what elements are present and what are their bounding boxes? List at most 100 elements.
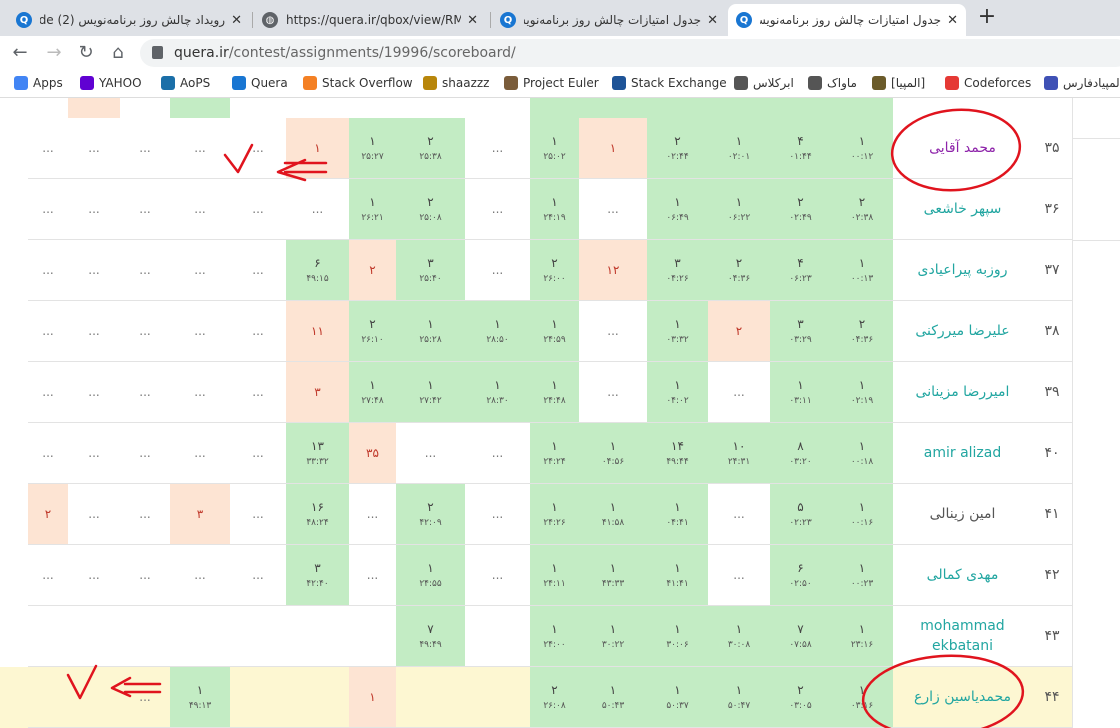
bookmark-project-euler[interactable]: Project Euler (504, 76, 599, 90)
solve-time: ۰۳:۰۵ (789, 701, 812, 711)
score-cell-empty: ... (708, 484, 770, 544)
bookmark-olympia[interactable]: [المپیا] (872, 76, 925, 90)
rank-number: ۳۹ (1044, 384, 1060, 400)
attempt-count: ... (733, 568, 745, 582)
solve-time: ۰۳:۱۱ (789, 396, 812, 406)
score-cell-empty (286, 667, 349, 727)
attempt-count: ... (607, 385, 619, 399)
score-cell-empty: ... (579, 301, 647, 361)
score-cell-solved: ۱ ۲۳:۱۶ (831, 606, 893, 666)
solve-time: ۰۲:۰۱ (727, 152, 751, 162)
solve-time: ۰۴:۵۶ (601, 457, 625, 467)
contestant-name[interactable]: امیررضا مزینانی (893, 362, 1032, 422)
score-cell-solved: ۲ ۴۲:۰۹ (396, 484, 465, 544)
attempt-count: ... (88, 263, 100, 277)
bookmark-stackoverflow[interactable]: Stack Overflow (303, 76, 413, 90)
new-tab-button[interactable]: + (973, 6, 1001, 30)
attempt-count: ۳ (797, 317, 804, 331)
back-arrow-icon[interactable]: ← (8, 41, 32, 65)
contestant-name[interactable]: سپهر خاشعی (893, 179, 1032, 239)
score-cell-solved: ۲ ۰۴:۳۶ (708, 240, 770, 300)
bookmark-stackexchange[interactable]: Stack Exchange (612, 76, 727, 90)
score-cell-empty: ... (120, 484, 170, 544)
solve-time: ۰۰:۱۳ (850, 274, 874, 284)
solve-time: ۰۴:۳۶ (850, 335, 874, 345)
attempt-count: ۱ (674, 317, 681, 331)
attempt-count: ۱ (609, 561, 617, 575)
contestant-name[interactable]: amir alizad (893, 423, 1032, 483)
score-cell-empty: ... (465, 423, 530, 483)
tab-3[interactable]: Q جدول امتیازات چالش روز برنامه‌نویس (2)… (492, 4, 726, 36)
score-cell-empty (396, 667, 465, 727)
attempt-count: ... (88, 385, 100, 399)
attempt-count: ... (607, 202, 619, 216)
score-cell-empty: ... (120, 301, 170, 361)
close-icon[interactable]: ✕ (947, 13, 958, 28)
tab-2[interactable]: ◍ https://quera.ir/qbox/view/RMgJ ✕ (254, 4, 486, 36)
solve-time: ۳۰:۰۸ (727, 640, 751, 650)
attempt-count: ۲ (551, 683, 558, 697)
tab-1[interactable]: Q رویداد چالش روز برنامه‌نویس (2) ‪DiffC… (8, 4, 250, 36)
attempt-count: ۱ (551, 378, 558, 392)
score-cell-empty: ... (170, 362, 230, 422)
contestant-name[interactable]: مهدی کمالی (893, 545, 1032, 605)
score-cell-solved: ۱ ۳۰:۰۸ (708, 606, 770, 666)
attempt-count: ۲ (735, 324, 743, 338)
attempt-count: ۱ (551, 195, 558, 209)
solve-time: ۲۵:۳۸ (419, 152, 442, 162)
bookmark-yahoo[interactable]: YAHOO (80, 76, 142, 90)
tab-4-active[interactable]: Q جدول امتیازات چالش روز برنامه‌نویس (2)… (728, 4, 966, 36)
stackoverflow-icon (303, 76, 317, 90)
contestant-name[interactable]: محمد آقایی (893, 118, 1032, 178)
home-icon[interactable]: ⌂ (106, 41, 130, 65)
contestant-name[interactable]: روزبه پیراعیادی (893, 240, 1032, 300)
address-bar[interactable]: quera.ir/contest/assignments/19996/score… (140, 39, 1120, 67)
bookmark-shaazzz[interactable]: shaazzz (423, 76, 489, 90)
attempt-count: ۲ (427, 195, 434, 209)
url-text: quera.ir/contest/assignments/19996/score… (174, 45, 516, 61)
bookmark-globe[interactable]: ماواک (808, 76, 857, 90)
score-cell-solved: ۶ ۴۹:۱۵ (286, 240, 349, 300)
attempt-count: ۱۲ (606, 263, 620, 277)
project-euler-icon (504, 76, 518, 90)
attempt-count: ۶ (314, 256, 321, 270)
contestant-name[interactable]: علیرضا میررکنی (893, 301, 1032, 361)
bookmark-aops[interactable]: AoPS (161, 76, 210, 90)
attempt-count: ۱ (858, 622, 866, 636)
attempt-count: ... (88, 141, 100, 155)
bookmark-olympiad-fars[interactable]: المپیادفارس (1044, 76, 1120, 90)
close-icon[interactable]: ✕ (467, 13, 478, 28)
score-cell-solved: ۴ ۰۱:۴۴ (770, 118, 831, 178)
forward-arrow-icon[interactable]: → (42, 41, 66, 65)
bookmark-quera[interactable]: Quera (232, 76, 288, 90)
bookmark-codeforces[interactable]: Codeforces (945, 76, 1031, 90)
olympia-icon (872, 76, 886, 90)
attempt-count: ۲ (427, 500, 434, 514)
solve-time: ۴۹:۴۴ (666, 457, 689, 467)
attempt-count: ۱ (609, 683, 617, 697)
bookmark-label: المپیادفارس (1063, 76, 1120, 90)
attempt-count: ... (139, 385, 151, 399)
bookmark-globe[interactable]: ابرکلاس (734, 76, 794, 90)
attempt-count: ۱ (369, 195, 376, 209)
score-cell-solved: ۳ ۴۲:۴۰ (286, 545, 349, 605)
close-icon[interactable]: ✕ (707, 13, 718, 28)
attempt-count: ۷ (427, 622, 434, 636)
attempt-count: ... (42, 141, 54, 155)
attempt-count: ۲ (369, 317, 376, 331)
score-cell-failed: ۳ (170, 484, 230, 544)
contestant-name[interactable]: محمدیاسین زارع (893, 667, 1032, 727)
score-cell-solved: ۱ ۰۴:۵۶ (579, 423, 647, 483)
score-cell-solved: ۱ ۰۳:۳۲ (647, 301, 708, 361)
panel-divider (1073, 138, 1120, 139)
reload-icon[interactable]: ↻ (74, 41, 98, 65)
close-icon[interactable]: ✕ (231, 13, 242, 28)
attempt-count: ۱ (369, 134, 376, 148)
attempt-count: ... (139, 446, 151, 460)
attempt-count: ۱۱ (311, 324, 324, 338)
attempt-count: ۱ (551, 500, 558, 514)
bookmark-apps-grid[interactable]: Apps (14, 76, 63, 90)
attempt-count: ۱ (427, 561, 434, 575)
contestant-name[interactable]: امین زینالی (893, 484, 1032, 544)
contestant-name[interactable]: mohammad ekbatani (893, 606, 1032, 666)
